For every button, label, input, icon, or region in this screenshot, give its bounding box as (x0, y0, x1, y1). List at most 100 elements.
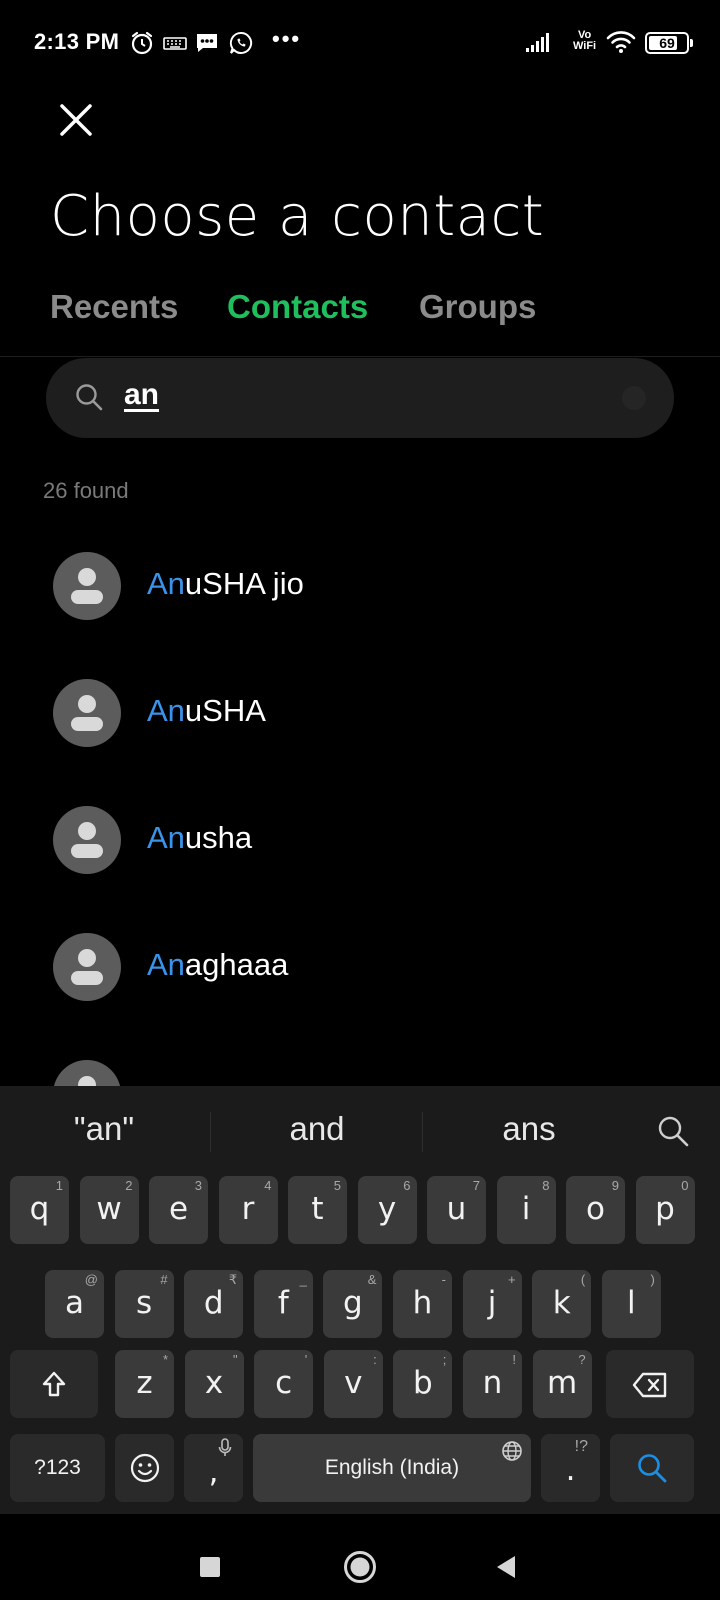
backspace-key[interactable] (606, 1350, 694, 1418)
name-rest: usha (184, 820, 253, 855)
shift-icon (42, 1371, 66, 1397)
emoji-icon (130, 1453, 160, 1483)
key-u[interactable]: 7u (427, 1176, 486, 1244)
key-t[interactable]: 5t (288, 1176, 347, 1244)
key-label: z (136, 1365, 153, 1401)
key-s[interactable]: # s (114, 1270, 174, 1338)
name-match: An (147, 820, 185, 855)
signal-icon (526, 33, 549, 52)
key-z[interactable]: * z (115, 1350, 174, 1418)
home-button-icon[interactable] (343, 1550, 377, 1584)
tab-divider (0, 356, 720, 357)
status-time: 2:13 PM (34, 29, 120, 54)
contact-row[interactable] (0, 1030, 720, 1086)
tab-contacts[interactable]: Contacts (227, 288, 368, 326)
contact-name: AnuSHA (147, 693, 266, 729)
key-j[interactable]: + j (462, 1270, 522, 1338)
alarm-icon (131, 31, 153, 55)
key-v[interactable]: :v (323, 1350, 383, 1418)
avatar (53, 1060, 121, 1086)
name-match: An (147, 566, 185, 601)
backspace-icon (632, 1372, 667, 1398)
name-match: An (147, 947, 185, 982)
name-rest: aghaaa (184, 947, 289, 982)
space-key[interactable]: English (India) (253, 1434, 531, 1502)
key-y[interactable]: 6y (357, 1176, 417, 1244)
key-label: d (203, 1285, 224, 1321)
clear-search-icon[interactable] (622, 386, 646, 410)
tab-groups[interactable]: Groups (419, 288, 536, 326)
contact-row[interactable]: Anusha (0, 776, 720, 904)
key-label: i (521, 1191, 531, 1227)
avatar (53, 933, 121, 1001)
key-l[interactable]: ) l (601, 1270, 661, 1338)
contact-name: Anaghaaa (147, 947, 288, 983)
period-key[interactable]: !? . (541, 1434, 600, 1502)
key-x[interactable]: " x (184, 1350, 244, 1418)
suggestion-strip: "an" and ans (0, 1086, 720, 1170)
key-i[interactable]: 8i (496, 1176, 556, 1244)
battery-level: 69 (659, 35, 675, 51)
contact-row[interactable]: AnuSHA jio (0, 522, 720, 650)
contact-name: AnuSHA jio (147, 566, 304, 602)
tab-recents[interactable]: Recents (50, 288, 178, 326)
search-action-key[interactable] (610, 1434, 694, 1502)
close-icon[interactable] (52, 96, 100, 144)
vowifi-bottom: WiFi (573, 40, 597, 52)
key-d[interactable]: ₹ d (184, 1270, 244, 1338)
key-e[interactable]: 3e (149, 1176, 208, 1244)
key-label: e (168, 1191, 189, 1227)
key-k[interactable]: (k (532, 1270, 592, 1338)
key-o[interactable]: 9o (566, 1176, 625, 1244)
key-p[interactable]: 0p (635, 1176, 695, 1244)
search-bar[interactable]: an (46, 358, 674, 438)
key-m[interactable]: ? m (532, 1350, 592, 1418)
globe-icon (502, 1441, 522, 1461)
symbols-key-label: ?123 (34, 1456, 81, 1479)
key-label: p (655, 1191, 675, 1227)
whatsapp-icon (229, 31, 253, 54)
contact-row[interactable]: AnuSHA (0, 649, 720, 777)
key-a[interactable]: @ a (45, 1270, 104, 1338)
recents-button-icon[interactable] (199, 1556, 221, 1578)
space-key-label: English (India) (324, 1456, 460, 1479)
key-b[interactable]: ; b (393, 1350, 453, 1418)
key-q[interactable]: 1q (10, 1176, 69, 1244)
suggestion-divider (422, 1112, 423, 1152)
suggestion-item[interactable]: ans (429, 1110, 629, 1148)
key-label: w (96, 1191, 122, 1227)
suggestion-item[interactable]: "an" (4, 1110, 204, 1148)
shift-key[interactable] (10, 1350, 98, 1418)
key-f[interactable]: _ f (253, 1270, 313, 1338)
symbols-key[interactable]: ?123 (10, 1434, 105, 1502)
key-label: o (586, 1191, 605, 1227)
contact-list: AnuSHA jio AnuSHA Anusha Anaghaaa (0, 522, 720, 1086)
name-rest: uSHA jio (184, 566, 304, 601)
suggestion-divider (210, 1112, 211, 1152)
key-h[interactable]: -h (393, 1270, 452, 1338)
avatar (53, 806, 121, 874)
key-w[interactable]: 2w (79, 1176, 139, 1244)
key-label: f (277, 1285, 289, 1321)
key-g[interactable]: & g (323, 1270, 383, 1338)
keyboard-search-icon[interactable] (656, 1114, 690, 1148)
suggestion-item[interactable]: and (217, 1110, 417, 1148)
navigation-bar (0, 1514, 720, 1600)
back-button-icon[interactable] (495, 1555, 517, 1579)
comma-key[interactable]: , (184, 1434, 243, 1502)
contact-row[interactable]: Anaghaaa (0, 903, 720, 1031)
vowifi-icon: Vo WiFi (573, 30, 596, 52)
key-label: c (275, 1365, 293, 1401)
key-c[interactable]: ' c (254, 1350, 314, 1418)
avatar (53, 679, 121, 747)
key-label: a (65, 1285, 84, 1321)
avatar (53, 552, 121, 620)
key-n[interactable]: ! n (463, 1350, 522, 1418)
page-title: Choose a contact (50, 184, 545, 249)
name-rest: uSHA (184, 693, 266, 728)
emoji-key[interactable] (115, 1434, 174, 1502)
key-label: n (482, 1365, 503, 1401)
key-r[interactable]: 4r (218, 1176, 278, 1244)
sms-icon (197, 34, 217, 52)
search-input[interactable]: an (124, 378, 159, 412)
